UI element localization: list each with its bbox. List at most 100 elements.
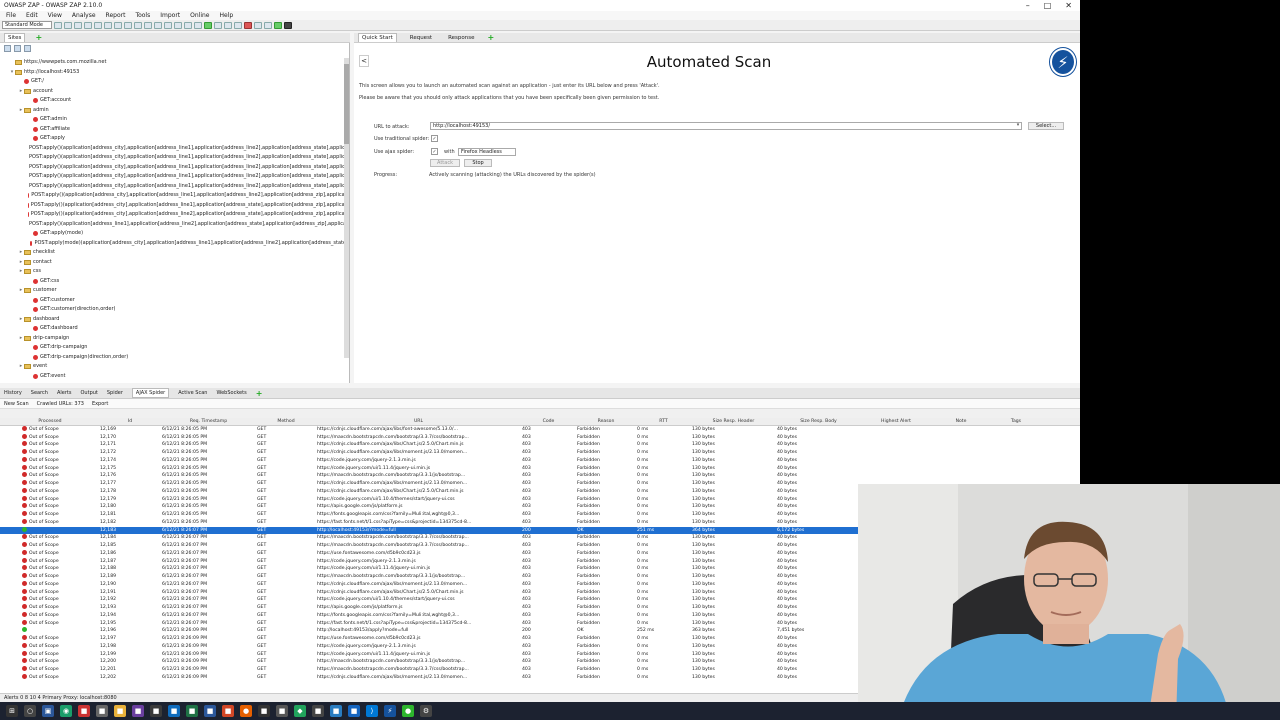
export-button[interactable]: Export: [92, 401, 108, 407]
scan-policy-icon[interactable]: [254, 21, 262, 29]
column-header[interactable]: RTT: [635, 418, 690, 425]
layout-icon[interactable]: [114, 21, 122, 29]
menu-tools[interactable]: Tools: [135, 11, 150, 20]
layout-icon[interactable]: [104, 21, 112, 29]
column-header[interactable]: Reason: [575, 418, 635, 425]
app-icon[interactable]: ●: [402, 705, 414, 717]
tree-node[interactable]: ▸ drip-campaign: [0, 334, 348, 344]
maximize-icon[interactable]: □: [1044, 0, 1052, 11]
browser-select[interactable]: Firefox Headless: [458, 148, 516, 156]
tab-output[interactable]: Output: [81, 390, 98, 396]
folder-icon[interactable]: ■: [114, 705, 126, 717]
tree-node[interactable]: ▸ checklist: [0, 248, 348, 258]
mode-select[interactable]: Standard Mode: [2, 21, 52, 29]
column-header[interactable]: Req. Timestamp: [160, 418, 255, 425]
step-icon[interactable]: [234, 21, 242, 29]
menu-view[interactable]: View: [48, 11, 62, 20]
tree-node[interactable]: POST:apply(mode)(application[address_cit…: [0, 239, 348, 249]
tab-spider[interactable]: Spider: [107, 390, 123, 396]
layout-icon[interactable]: [144, 21, 152, 29]
tree-node[interactable]: POST:apply()(application[address_city],a…: [0, 182, 348, 192]
tree-node[interactable]: POST:apply()(application[address_city],a…: [0, 172, 348, 182]
tree-node[interactable]: GET:customer: [0, 296, 348, 306]
tree-node[interactable]: POST:apply()(application[address_city],a…: [0, 144, 348, 154]
tree-node[interactable]: GET:/: [0, 77, 348, 87]
scan-icon[interactable]: [264, 21, 272, 29]
powerpoint-icon[interactable]: ■: [222, 705, 234, 717]
tab-websockets[interactable]: WebSockets: [216, 390, 246, 396]
app-icon[interactable]: ■: [276, 705, 288, 717]
column-header[interactable]: Size Resp. Header: [690, 418, 775, 425]
break-icon[interactable]: [244, 21, 252, 29]
menu-analyse[interactable]: Analyse: [72, 11, 96, 20]
tab-quick-start[interactable]: Quick Start: [358, 33, 397, 42]
tree-node[interactable]: ▸ dashboard: [0, 315, 348, 325]
layout-icon[interactable]: [164, 21, 172, 29]
tab-active-scan[interactable]: Active Scan: [178, 390, 207, 396]
tree-node[interactable]: ▸ account: [0, 87, 348, 97]
layout-icon[interactable]: [184, 21, 192, 29]
excel-icon[interactable]: ■: [186, 705, 198, 717]
tab-search[interactable]: Search: [31, 390, 48, 396]
new-session-icon[interactable]: [54, 21, 62, 29]
ajax-spider-checkbox[interactable]: ✓: [431, 148, 438, 155]
traditional-spider-checkbox[interactable]: ✓: [431, 135, 438, 142]
tree-node[interactable]: GET:affiliate: [0, 125, 348, 135]
tree-node[interactable]: GET:dashboard: [0, 324, 348, 334]
column-header[interactable]: Processed: [0, 418, 98, 425]
menu-online[interactable]: Online: [190, 11, 209, 20]
add-tab-icon[interactable]: +: [256, 389, 263, 398]
search-icon[interactable]: ○: [24, 705, 36, 717]
add-tab-icon[interactable]: +: [35, 33, 42, 42]
tree-node[interactable]: GET:drip-campaign: [0, 343, 348, 353]
app-icon[interactable]: ■: [258, 705, 270, 717]
tree-node[interactable]: GET:apply(mode): [0, 229, 348, 239]
menu-edit[interactable]: Edit: [26, 11, 38, 20]
step-icon[interactable]: [224, 21, 232, 29]
hud-icon[interactable]: [274, 21, 282, 29]
options-icon[interactable]: [94, 21, 102, 29]
column-header[interactable]: Code: [520, 418, 575, 425]
table-row[interactable]: Out of Scope 12,174 6/12/21 8:26:05 PM GET h…: [0, 456, 1080, 465]
outlook-icon[interactable]: ■: [168, 705, 180, 717]
tree-node[interactable]: GET:event: [0, 372, 348, 382]
table-row[interactable]: Out of Scope 12,172 6/12/21 8:26:05 PM GET h…: [0, 449, 1080, 457]
open-session-icon[interactable]: [64, 21, 72, 29]
tab-history[interactable]: History: [4, 390, 22, 396]
tree-node[interactable]: ▸ contact: [0, 258, 348, 268]
layout-icon[interactable]: [134, 21, 142, 29]
tree-node[interactable]: GET:css: [0, 277, 348, 287]
app-icon[interactable]: ■: [348, 705, 360, 717]
play-icon[interactable]: [204, 21, 212, 29]
menu-file[interactable]: File: [6, 11, 16, 20]
back-button[interactable]: <: [359, 55, 369, 67]
tree-node[interactable]: POST:apply()(application[address_city],a…: [0, 163, 348, 173]
start-icon[interactable]: ⊞: [6, 705, 18, 717]
tree-node[interactable]: POST:apply()(application[address_city],a…: [0, 191, 348, 201]
word-icon[interactable]: ■: [204, 705, 216, 717]
app-icon[interactable]: ■: [132, 705, 144, 717]
context-icon[interactable]: [24, 45, 31, 52]
layout-icon[interactable]: [154, 21, 162, 29]
tree-node[interactable]: POST:apply()(application[address_city],a…: [0, 153, 348, 163]
tab-alerts[interactable]: Alerts: [57, 390, 72, 396]
chevron-down-icon[interactable]: ▾: [1014, 122, 1022, 130]
url-input[interactable]: http://localhost:49153/: [430, 122, 1022, 130]
firefox-icon[interactable]: ●: [240, 705, 252, 717]
table-row[interactable]: Out of Scope 12,175 6/12/21 8:26:05 PM GET h…: [0, 464, 1080, 473]
column-header[interactable]: Method: [255, 418, 315, 425]
column-header[interactable]: Tags: [990, 418, 1040, 425]
close-icon[interactable]: ✕: [1065, 0, 1072, 11]
scroll-thumb[interactable]: [344, 64, 349, 144]
table-row[interactable]: Out of Scope 12,169 6/12/21 8:26:05 PM GET h…: [0, 425, 1080, 434]
filter-icon[interactable]: [14, 45, 21, 52]
tree-node[interactable]: https://wwwpets.com.mozilla.net: [0, 58, 348, 68]
vscode-icon[interactable]: ⟩: [366, 705, 378, 717]
tab-ajax-spider[interactable]: AJAX Spider: [131, 388, 170, 398]
browser-icon[interactable]: ◉: [60, 705, 72, 717]
table-row[interactable]: Out of Scope 12,171 6/12/21 8:26:05 PM GET h…: [0, 441, 1080, 449]
tab-request[interactable]: Request: [407, 34, 435, 42]
layout-icon[interactable]: [124, 21, 132, 29]
new-scan-button[interactable]: New Scan: [4, 401, 29, 407]
table-row[interactable]: Out of Scope 12,170 6/12/21 8:26:05 PM GET h…: [0, 433, 1080, 442]
